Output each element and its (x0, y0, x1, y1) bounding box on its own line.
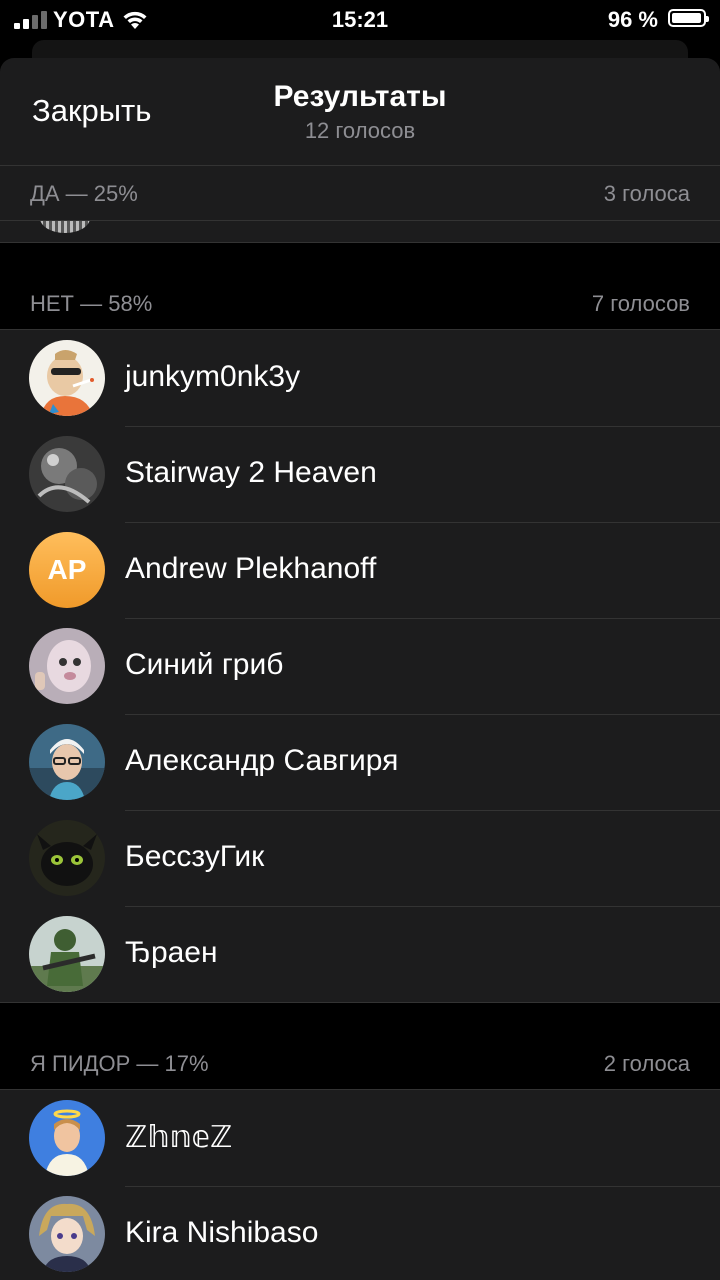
dragon-avatar-icon (29, 820, 105, 896)
vote-count: 7 голосов (591, 291, 690, 316)
list-item[interactable]: AP Andrew Plekhanoff (0, 522, 720, 618)
list-item[interactable] (0, 220, 720, 243)
total-votes: 12 голосов (304, 118, 416, 143)
list-item[interactable]: Kira Nishibaso (0, 1186, 720, 1280)
voter-list-no: junkym0nk3y Stairway 2 Heaven AP Andrew … (0, 329, 720, 1003)
voter-name: Andrew Plekhanoff (125, 552, 377, 585)
list-item[interactable]: Stairway 2 Heaven (0, 426, 720, 522)
list-item[interactable]: Синий гриб (0, 618, 720, 714)
avatar-initials: AP (47, 554, 87, 585)
vote-count: 2 голоса (603, 1051, 690, 1076)
battery-percent: 96 % (607, 7, 658, 32)
voter-name: Александр Савгиря (125, 744, 399, 777)
voter-list-me: ℤ𝕙𝕟𝕖ℤ Kira Nishibaso (0, 1089, 720, 1280)
photo-avatar-icon (29, 436, 105, 512)
list-item[interactable]: junkym0nk3y (0, 330, 720, 426)
voter-name: Синий гриб (125, 648, 284, 681)
section-header-no: НЕТ — 58% 7 голосов (0, 243, 720, 329)
poll-results-sheet: Закрыть Результаты 12 голосов ДА — 25% 3… (0, 58, 720, 1280)
navigation-bar: Закрыть Результаты 12 голосов (0, 58, 720, 166)
list-item[interactable]: ℤ𝕙𝕟𝕖ℤ (0, 1090, 720, 1186)
option-label: НЕТ — 58% (30, 291, 153, 316)
section-header-yes: ДА — 25% 3 голоса (0, 166, 720, 220)
battery-icon (668, 9, 709, 27)
cartoon-avatar-icon (29, 628, 105, 704)
voter-name: junkym0nk3y (125, 360, 301, 393)
photo-avatar-icon (29, 724, 105, 800)
soldier-avatar-icon (29, 916, 105, 992)
voter-name: Ђраен (125, 936, 218, 969)
list-item[interactable]: Ђраен (0, 906, 720, 1002)
option-label: Я ПИДОР — 17% (30, 1051, 209, 1076)
initials-avatar: AP (29, 532, 105, 608)
list-item[interactable]: Александр Савгиря (0, 714, 720, 810)
cartoon-smoker-icon (29, 340, 105, 416)
list-item[interactable]: БессзуГик (0, 810, 720, 906)
vote-count: 3 голоса (603, 181, 690, 206)
page-title: Результаты (273, 80, 447, 113)
avatar (40, 221, 90, 233)
photo-avatar-icon (29, 1100, 105, 1176)
voter-name: БессзуГик (125, 840, 265, 873)
anime-avatar-icon (29, 1196, 105, 1272)
voter-name: ℤ𝕙𝕟𝕖ℤ (125, 1121, 233, 1154)
voter-name: Stairway 2 Heaven (125, 456, 377, 489)
status-bar: YOTA 15:21 96 % (0, 0, 720, 40)
option-label: ДА — 25% (30, 181, 138, 206)
section-header-me: Я ПИДОР — 17% 2 голоса (0, 1003, 720, 1089)
voter-name: Kira Nishibaso (125, 1216, 319, 1249)
